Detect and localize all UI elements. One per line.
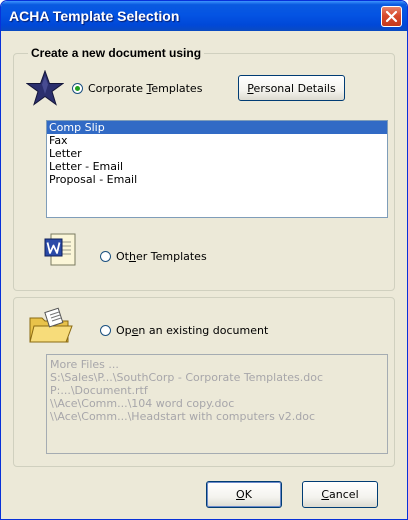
open-existing-label: Open an existing document — [116, 324, 269, 337]
corporate-templates-label: Corporate Templates — [88, 82, 203, 95]
dialog-body: Create a new document using Corporate Te… — [5, 31, 403, 515]
open-folder-icon — [29, 307, 73, 343]
other-templates-label: Other Templates — [116, 250, 207, 263]
recent-file-item[interactable]: \\Ace\Comm...\104 word copy.doc — [47, 397, 387, 410]
title-bar[interactable]: ACHA Template Selection — [1, 1, 407, 31]
corporate-templates-radio-circle[interactable] — [72, 83, 83, 94]
personal-details-label: Personal Details — [247, 81, 336, 95]
word-document-icon — [44, 233, 76, 266]
cancel-button[interactable]: Cancel — [302, 481, 378, 508]
recent-file-item[interactable]: P:...\Document.rtf — [47, 384, 387, 397]
new-document-group-label: Create a new document using — [28, 46, 205, 60]
window-title: ACHA Template Selection — [9, 8, 180, 24]
open-document-group: Open an existing document More Files ...… — [13, 297, 395, 467]
cancel-label: Cancel — [321, 488, 359, 501]
close-icon — [385, 10, 398, 23]
template-item-letter-email[interactable]: Letter - Email — [47, 160, 387, 173]
open-existing-radio[interactable]: Open an existing document — [100, 324, 268, 337]
ok-button[interactable]: OK — [206, 481, 282, 508]
corporate-templates-radio[interactable]: Corporate Templates — [72, 82, 202, 95]
dialog-window: ACHA Template Selection Create a new doc… — [0, 0, 408, 520]
template-item-proposal-email[interactable]: Proposal - Email — [47, 173, 387, 186]
recent-file-item[interactable]: S:\Sales\P...\SouthCorp - Corporate Temp… — [47, 371, 387, 384]
templates-listbox[interactable]: Comp Slip Fax Letter Letter - Email Prop… — [46, 120, 388, 218]
recent-file-item[interactable]: \\Ace\Comm...\Headstart with computers v… — [47, 410, 387, 423]
template-item-fax[interactable]: Fax — [47, 134, 387, 147]
template-item-letter[interactable]: Letter — [47, 147, 387, 160]
close-button[interactable] — [381, 6, 402, 27]
ok-label: OK — [236, 488, 252, 501]
other-templates-radio[interactable]: Other Templates — [100, 250, 207, 263]
recent-files-list[interactable]: More Files ... S:\Sales\P...\SouthCorp -… — [46, 354, 388, 454]
other-templates-radio-circle[interactable] — [100, 251, 111, 262]
new-document-group: Create a new document using Corporate Te… — [13, 46, 395, 291]
open-existing-radio-circle[interactable] — [100, 325, 111, 336]
template-item-comp-slip[interactable]: Comp Slip — [47, 121, 387, 134]
recent-file-more[interactable]: More Files ... — [47, 358, 387, 371]
personal-details-button[interactable]: Personal Details — [238, 75, 345, 101]
star-icon — [26, 70, 64, 106]
